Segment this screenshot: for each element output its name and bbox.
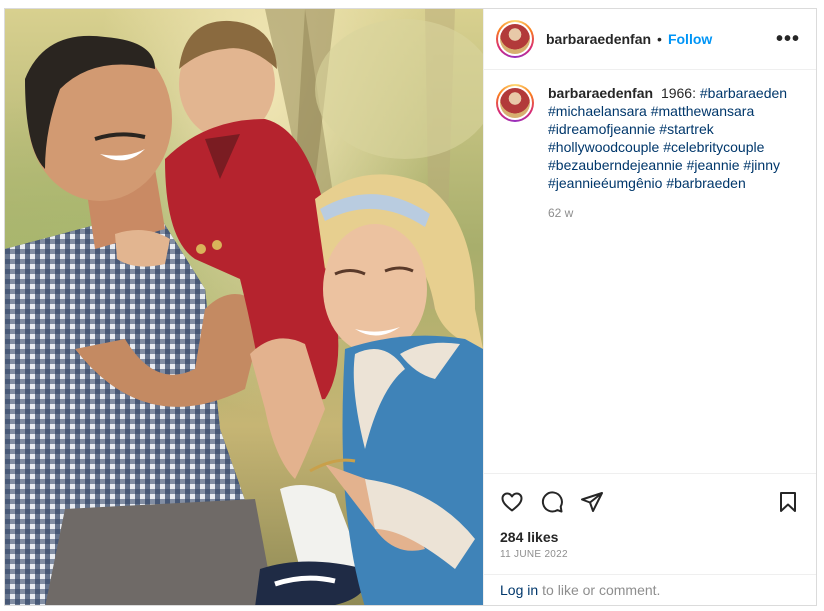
hashtag-link[interactable]: #michaelansara xyxy=(548,103,647,119)
login-prompt: Log in to like or comment. xyxy=(484,574,816,605)
hashtag-link[interactable]: #hollywoodcouple xyxy=(548,139,659,155)
caption-avatar[interactable] xyxy=(496,84,534,122)
post-date: 11 JUNE 2022 xyxy=(500,549,568,560)
caption: barbaraedenfan 1966: #barbaraeden #micha… xyxy=(496,84,800,222)
hashtag-link[interactable]: #startrek xyxy=(659,121,713,137)
comments-section: barbaraedenfan 1966: #barbaraeden #micha… xyxy=(484,70,816,473)
avatar-image xyxy=(500,24,530,54)
photo-illustration xyxy=(5,9,483,605)
caption-text: 1966: xyxy=(660,85,696,101)
comment-icon[interactable] xyxy=(540,490,564,514)
hashtag-link[interactable]: #celebritycouple xyxy=(663,139,764,155)
likes-count[interactable]: 284 likes xyxy=(484,529,816,545)
hashtag-link[interactable]: #jinny xyxy=(743,157,780,173)
hashtag-link[interactable]: #matthewansara xyxy=(651,103,755,119)
share-icon[interactable] xyxy=(580,490,604,514)
login-text: to like or comment. xyxy=(542,582,661,598)
hashtag-link[interactable]: #barbraeden xyxy=(666,175,745,191)
heart-icon[interactable] xyxy=(500,490,524,514)
post-modal: barbaraedenfan • Follow ••• barbaraedenf… xyxy=(4,8,817,606)
post-photo[interactable] xyxy=(5,9,483,605)
bookmark-icon[interactable] xyxy=(776,490,800,514)
avatar[interactable] xyxy=(496,20,534,58)
header-username[interactable]: barbaraedenfan xyxy=(546,31,651,47)
follow-button[interactable]: Follow xyxy=(668,31,712,47)
login-link[interactable]: Log in xyxy=(500,582,538,598)
caption-body: barbaraedenfan 1966: #barbaraeden #micha… xyxy=(548,84,800,222)
hashtag-link[interactable]: #jeannie xyxy=(687,157,740,173)
caption-username[interactable]: barbaraedenfan xyxy=(548,85,653,101)
caption-timestamp[interactable]: 62 w xyxy=(548,204,800,222)
hashtag-link[interactable]: #jeannieéumgênio xyxy=(548,175,662,191)
hashtag-link[interactable]: #bezauberndejeannie xyxy=(548,157,683,173)
action-bar xyxy=(484,473,816,529)
post-sidebar: barbaraedenfan • Follow ••• barbaraedenf… xyxy=(483,9,816,605)
post-header: barbaraedenfan • Follow ••• xyxy=(484,9,816,70)
hashtag-link[interactable]: #barbaraeden xyxy=(700,85,787,101)
separator-dot: • xyxy=(657,31,662,47)
avatar-image xyxy=(500,88,530,118)
more-options-icon[interactable]: ••• xyxy=(776,29,800,49)
hashtag-link[interactable]: #idreamofjeannie xyxy=(548,121,655,137)
